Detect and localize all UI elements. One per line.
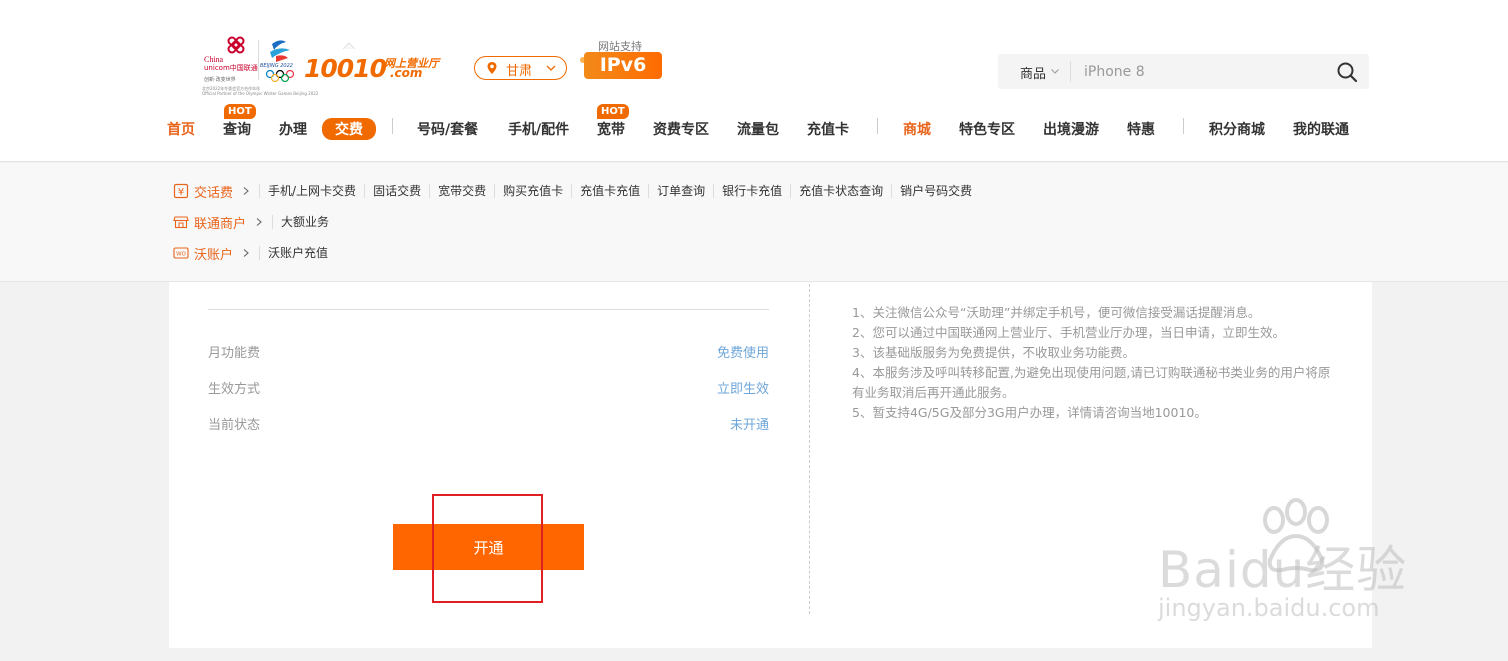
info-value: 立即生效 xyxy=(716,382,769,397)
china-unicom-logo: China unicom中国联通 创新·改变世界 xyxy=(200,36,258,90)
nav-tariff[interactable]: 资费专区 xyxy=(653,119,709,139)
beijing-emblem-icon xyxy=(270,40,290,62)
olympic-rings-icon xyxy=(265,70,295,82)
search-bar: 商品 xyxy=(998,54,1369,89)
note-item: 5、暂支持4G/5G及部分3G用户办理，详情请咨询当地10010。 xyxy=(852,405,1207,420)
info-label: 当前状态 xyxy=(208,418,261,433)
submenu-title[interactable]: 联通商户 xyxy=(194,213,246,232)
nav-handle[interactable]: 办理 xyxy=(279,119,307,139)
submenu-link[interactable]: 银行卡充值 xyxy=(713,184,790,198)
partner-en: Official Partner of the Olympic Winter G… xyxy=(202,91,319,96)
nav-mall[interactable]: 商城 xyxy=(903,119,931,139)
search-icon[interactable] xyxy=(1336,61,1358,83)
brand-10010: 10010 xyxy=(304,54,387,83)
hot-badge: HOT xyxy=(224,104,256,119)
site-header: China unicom中国联通 创新·改变世界 BEIJING 2022 北京… xyxy=(0,0,1508,162)
search-divider xyxy=(1070,61,1071,82)
logo-group[interactable]: China unicom中国联通 创新·改变世界 BEIJING 2022 北京… xyxy=(200,36,439,98)
nav-broadband[interactable]: HOT 宽带 xyxy=(597,104,629,139)
beijing-2022-logo: BEIJING 2022 xyxy=(260,38,298,84)
service-detail-panel: 月功能费 免费使用 生效方式 立即生效 当前状态 未开通 开通 xyxy=(169,282,809,648)
submenu-link[interactable]: 充值卡充值 xyxy=(571,184,648,198)
nav-roaming[interactable]: 出境漫游 xyxy=(1043,119,1099,139)
nav-broadband-label: 宽带 xyxy=(597,122,625,138)
search-input[interactable] xyxy=(1078,60,1318,83)
submenu-row-merchant: 联通商户 大额业务 xyxy=(173,211,337,233)
info-value: 未开通 xyxy=(729,418,769,433)
info-row-monthly-fee: 月功能费 免费使用 xyxy=(208,342,769,362)
wo-wallet-icon: WO xyxy=(173,247,189,259)
submenu-link[interactable]: 购买充值卡 xyxy=(494,184,571,198)
yuan-icon: ¥ xyxy=(173,183,189,199)
search-category[interactable]: 商品 xyxy=(1020,63,1046,82)
chevron-down-icon xyxy=(1051,69,1059,74)
submenu-link[interactable]: 宽带交费 xyxy=(429,184,494,198)
nav-points-mall[interactable]: 积分商城 xyxy=(1209,119,1265,139)
logo-china-text: China xyxy=(204,55,224,64)
nav-divider xyxy=(392,118,393,134)
submenu-link[interactable]: 销户号码交费 xyxy=(891,184,980,198)
submenu-link[interactable]: 沃账户充值 xyxy=(259,246,336,260)
submenu-row-phone-fee: ¥ 交话费 手机/上网卡交费 固话交费 宽带交费 购买充值卡 充值卡充值 订单查… xyxy=(173,180,980,202)
brand-com: .com xyxy=(390,66,423,80)
region-label: 甘肃 xyxy=(506,64,533,79)
section-divider xyxy=(208,309,769,310)
chevron-down-icon xyxy=(546,65,556,71)
nav-my-unicom[interactable]: 我的联通 xyxy=(1293,119,1349,139)
submenu-link[interactable]: 大额业务 xyxy=(272,215,337,229)
note-item: 1、关注微信公众号“沃助理”并绑定手机号，便可微信接受漏话提醒消息。 xyxy=(852,305,1261,320)
ipv6-label: IPv6 xyxy=(584,52,662,79)
submenu-link[interactable]: 充值卡状态查询 xyxy=(790,184,891,198)
partner-text: 北京2022年冬奥会官方合作伙伴 Official Partner of the… xyxy=(202,86,318,96)
info-label: 生效方式 xyxy=(208,382,261,397)
logo-slogan: 创新·改变世界 xyxy=(204,77,236,83)
nav-query-label: 查询 xyxy=(223,122,251,138)
main-nav: 首页 HOT 查询 办理 交费 号码/套餐 手机/配件 HOT 宽带 资费专区 … xyxy=(0,104,1508,145)
nav-special[interactable]: 特色专区 xyxy=(959,119,1015,139)
info-label: 月功能费 xyxy=(208,346,261,361)
svg-text:¥: ¥ xyxy=(178,187,184,198)
panel-divider xyxy=(809,284,810,614)
submenu-title[interactable]: 交话费 xyxy=(194,182,233,201)
nav-divider xyxy=(877,118,878,134)
submenu-link[interactable]: 订单查询 xyxy=(648,184,713,198)
hot-badge: HOT xyxy=(597,104,629,119)
chevron-right-icon xyxy=(243,249,249,257)
region-selector[interactable]: 甘肃 xyxy=(474,56,567,80)
nav-recharge-card[interactable]: 充值卡 xyxy=(807,119,849,139)
submenu-row-wo-account: WO 沃账户 沃账户充值 xyxy=(173,242,336,264)
nav-deals[interactable]: 特惠 xyxy=(1127,119,1155,139)
submenu-title[interactable]: 沃账户 xyxy=(194,244,233,263)
svg-text:WO: WO xyxy=(176,252,186,258)
submenu-link[interactable]: 手机/上网卡交费 xyxy=(259,184,364,198)
nav-number-plan[interactable]: 号码/套餐 xyxy=(417,119,478,139)
ipv6-support-badge: 网站支持 IPv6 xyxy=(580,38,665,82)
nav-home[interactable]: 首页 xyxy=(167,119,195,139)
service-card: 月功能费 免费使用 生效方式 立即生效 当前状态 未开通 开通 1、关注微信公众… xyxy=(169,282,1372,648)
nav-query[interactable]: HOT 查询 xyxy=(223,104,256,139)
beijing-2022-text: BEIJING 2022 xyxy=(260,63,293,69)
nav-phone[interactable]: 手机/配件 xyxy=(508,119,569,139)
unicom-knot-icon xyxy=(227,36,245,54)
info-value: 免费使用 xyxy=(716,346,769,361)
nav-active-caret-icon xyxy=(343,42,355,49)
chevron-right-icon xyxy=(243,187,249,195)
logo-unicom-text: unicom中国联通 xyxy=(204,64,258,72)
store-icon xyxy=(173,216,189,229)
activate-button[interactable]: 开通 xyxy=(393,524,584,570)
logo-divider xyxy=(258,40,259,80)
chevron-right-icon xyxy=(256,218,262,226)
nav-pay[interactable]: 交费 xyxy=(322,118,376,140)
service-notes: 1、关注微信公众号“沃助理”并绑定手机号，便可微信接受漏话提醒消息。 2、您可以… xyxy=(852,303,1342,423)
note-item: 4、本服务涉及呼叫转移配置,为避免出现使用问题,请已订购联通秘书类业务的用户将原… xyxy=(852,365,1331,400)
note-item: 3、该基础版服务为免费提供，不收取业务功能费。 xyxy=(852,345,1135,360)
nav-data-pack[interactable]: 流量包 xyxy=(737,119,779,139)
note-item: 2、您可以通过中国联通网上营业厅、手机营业厅办理，当日申请，立即生效。 xyxy=(852,325,1285,340)
nav-divider xyxy=(1183,118,1184,134)
info-row-effective: 生效方式 立即生效 xyxy=(208,378,769,398)
pay-submenu: ¥ 交话费 手机/上网卡交费 固话交费 宽带交费 购买充值卡 充值卡充值 订单查… xyxy=(0,163,1508,282)
location-pin-icon xyxy=(487,62,497,74)
info-row-status: 当前状态 未开通 xyxy=(208,414,769,434)
submenu-link[interactable]: 固话交费 xyxy=(364,184,429,198)
